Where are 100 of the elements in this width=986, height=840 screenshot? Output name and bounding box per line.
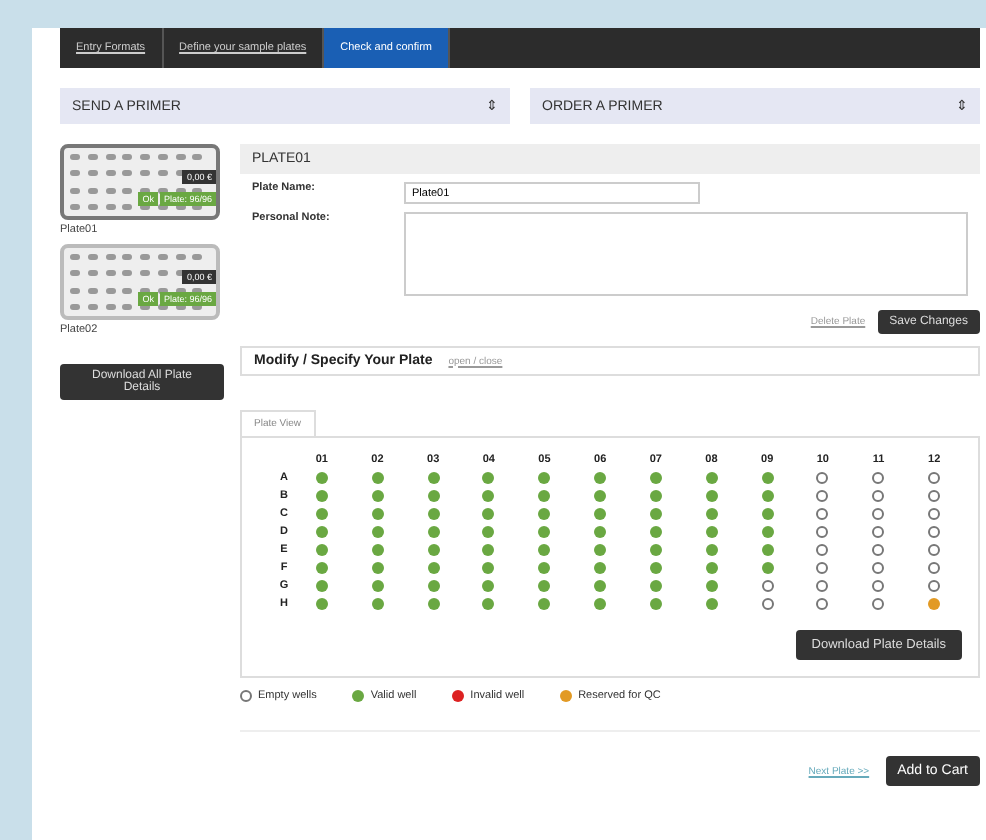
well-dot <box>371 562 384 574</box>
well-dot <box>649 490 662 502</box>
well-dot <box>315 544 328 556</box>
well-dot <box>315 508 328 520</box>
well-dot <box>594 580 607 592</box>
well-dot <box>761 490 774 502</box>
well-dot <box>816 526 829 538</box>
well-dot <box>705 544 718 556</box>
well-dot <box>816 472 829 484</box>
well-dot <box>705 598 718 610</box>
well-dot <box>649 472 662 484</box>
well-dot <box>482 544 495 556</box>
well-dot <box>538 526 551 538</box>
well-dot <box>427 526 440 538</box>
well-dot <box>482 490 495 502</box>
well-dot <box>594 526 607 538</box>
well-dot <box>649 598 662 610</box>
well-dot <box>872 508 885 520</box>
well-dot <box>371 490 384 502</box>
well-dot <box>872 544 885 556</box>
well-dot <box>594 490 607 502</box>
well-dot <box>315 526 328 538</box>
well-dot <box>538 472 551 484</box>
well-dot <box>816 562 829 574</box>
well-dot <box>928 472 941 484</box>
well-dot <box>482 526 495 538</box>
well-dot <box>482 598 495 610</box>
well-dot <box>928 508 941 520</box>
well-dot <box>761 580 774 592</box>
well-dot <box>649 562 662 574</box>
well-dot <box>594 598 607 610</box>
well-dot <box>705 490 718 502</box>
well-dot <box>928 598 941 610</box>
well-dot <box>705 526 718 538</box>
well-dot <box>872 490 885 502</box>
well-dot <box>928 526 941 538</box>
well-dot <box>872 472 885 484</box>
well-dot <box>371 580 384 592</box>
well-dot <box>816 580 829 592</box>
well-dot <box>427 508 440 520</box>
well-dot <box>761 562 774 574</box>
well-dot <box>872 598 885 610</box>
well-dot <box>538 490 551 502</box>
well-dot <box>427 544 440 556</box>
well-dot <box>816 598 829 610</box>
well-dot <box>371 598 384 610</box>
legend-dot <box>452 690 465 702</box>
well-dot <box>538 580 551 592</box>
well-dot <box>427 580 440 592</box>
well-dot <box>482 472 495 484</box>
well-dot <box>594 544 607 556</box>
well-dot <box>928 544 941 556</box>
well-dot <box>761 508 774 520</box>
well-dot <box>705 472 718 484</box>
well-dot <box>928 580 941 592</box>
well-dot <box>315 598 328 610</box>
well-dot <box>538 598 551 610</box>
well-dot <box>315 472 328 484</box>
well-dot <box>649 580 662 592</box>
legend-dot <box>560 690 573 702</box>
note-field[interactable] <box>404 212 968 296</box>
well-dot <box>538 508 551 520</box>
well-dot <box>427 490 440 502</box>
well-dot <box>816 508 829 520</box>
well-dot <box>649 508 662 520</box>
well-dot <box>427 562 440 574</box>
well-dot <box>371 508 384 520</box>
well-dot <box>872 526 885 538</box>
well-dot <box>427 472 440 484</box>
well-dot <box>816 490 829 502</box>
well-dot <box>482 562 495 574</box>
well-dot <box>705 562 718 574</box>
well-dot <box>705 580 718 592</box>
well-dot <box>761 526 774 538</box>
well-dot <box>705 508 718 520</box>
well-dot <box>538 562 551 574</box>
well-dot <box>538 544 551 556</box>
well-dot <box>761 472 774 484</box>
well-dot <box>928 490 941 502</box>
well-dot <box>761 598 774 610</box>
well-dot <box>649 544 662 556</box>
well-dot <box>928 562 941 574</box>
well-dot <box>371 472 384 484</box>
well-dot <box>315 562 328 574</box>
well-dot <box>315 580 328 592</box>
well-dot <box>482 508 495 520</box>
well-dot <box>594 472 607 484</box>
well-dot <box>594 508 607 520</box>
well-dot <box>872 580 885 592</box>
well-dot <box>761 544 774 556</box>
well-dot <box>315 490 328 502</box>
legend-dot <box>240 690 252 702</box>
legend-dot <box>352 690 365 702</box>
well-dot <box>482 580 495 592</box>
well-dot <box>371 526 384 538</box>
well-dot <box>649 526 662 538</box>
well-dot <box>371 544 384 556</box>
well-dot <box>872 562 885 574</box>
well-dot <box>427 598 440 610</box>
well-dot <box>594 562 607 574</box>
